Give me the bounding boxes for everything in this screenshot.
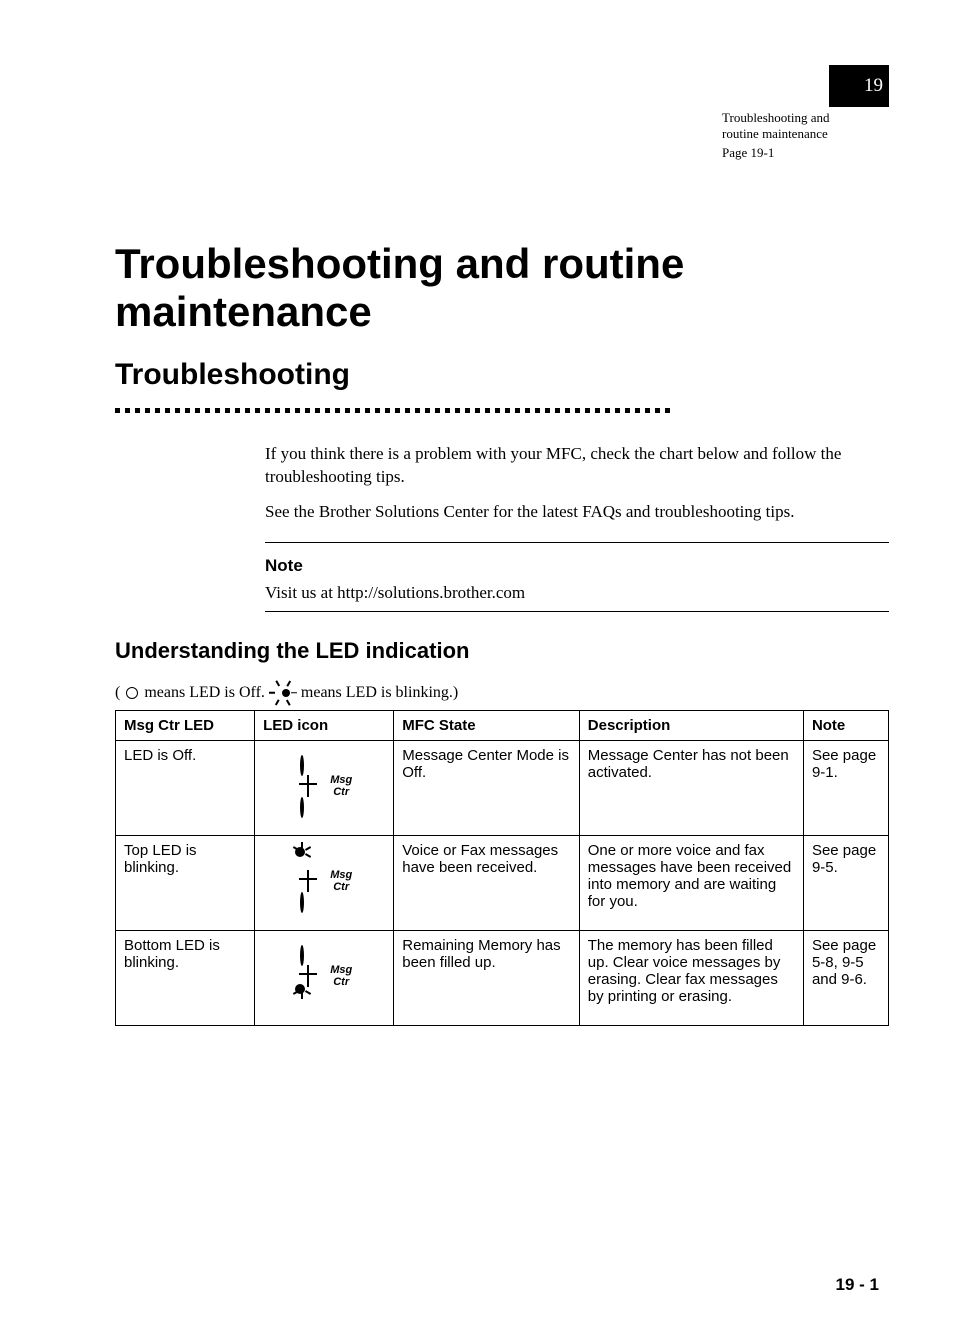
led-caption: ( means LED is Off. means LED is blinkin… bbox=[115, 684, 889, 702]
note-rule-bottom bbox=[265, 611, 889, 612]
cell-led-state: Top LED is blinking. bbox=[116, 835, 255, 930]
page-content: Troubleshooting and routine maintenance … bbox=[115, 240, 889, 1026]
table-header-row: Msg Ctr LED LED icon MFC State Descripti… bbox=[116, 710, 889, 740]
msg-ctr-icon-bottom-flash: Msg Ctr bbox=[289, 941, 359, 1011]
page-subtitle: Troubleshooting bbox=[115, 358, 889, 392]
cell-description: One or more voice and fax messages have … bbox=[579, 835, 803, 930]
chapter-tab: 19 bbox=[829, 65, 889, 107]
msg-ctr-label: Msg Ctr bbox=[323, 964, 359, 988]
msg-ctr-label: Msg Ctr bbox=[323, 869, 359, 893]
running-head-page: Page 19-1 bbox=[722, 145, 892, 161]
running-head-line1: Troubleshooting and bbox=[722, 110, 892, 126]
msg-ctr-label: Msg Ctr bbox=[323, 774, 359, 798]
caption-off-text: means LED is Off. bbox=[144, 684, 265, 702]
cell-mfc-state: Remaining Memory has been filled up. bbox=[394, 930, 580, 1025]
cell-led-state: LED is Off. bbox=[116, 740, 255, 835]
led-flash-icon bbox=[277, 684, 295, 702]
cell-led-state: Bottom LED is blinking. bbox=[116, 930, 255, 1025]
note-rule-top bbox=[265, 542, 889, 543]
col-header-icon: LED icon bbox=[255, 710, 394, 740]
col-header-note: Note bbox=[803, 710, 888, 740]
cell-led-icon: Msg Ctr bbox=[255, 835, 394, 930]
led-section-heading: Understanding the LED indication bbox=[115, 638, 889, 664]
table-row: Bottom LED is blinking. Msg Ctr bbox=[116, 930, 889, 1025]
led-table: Msg Ctr LED LED icon MFC State Descripti… bbox=[115, 710, 889, 1026]
table-row: LED is Off. Msg Ctr Message Center Mode … bbox=[116, 740, 889, 835]
cell-led-icon: Msg Ctr bbox=[255, 740, 394, 835]
led-off-icon bbox=[126, 687, 138, 699]
caption-flash-text: means LED is blinking.) bbox=[301, 684, 458, 702]
cell-led-icon: Msg Ctr bbox=[255, 930, 394, 1025]
msg-ctr-icon-both-off: Msg Ctr bbox=[289, 751, 359, 821]
cell-description: Message Center has not been activated. bbox=[579, 740, 803, 835]
cell-mfc-state: Message Center Mode is Off. bbox=[394, 740, 580, 835]
dotted-divider bbox=[115, 408, 889, 413]
chapter-number: 19 bbox=[864, 75, 883, 97]
note-title: Note bbox=[265, 555, 889, 578]
caption-open-paren: ( bbox=[115, 684, 120, 702]
cell-note: See page 9-1. bbox=[803, 740, 888, 835]
table-row: Top LED is blinking. Msg Ctr bbox=[116, 835, 889, 930]
intro-paragraph-2: See the Brother Solutions Center for the… bbox=[265, 501, 889, 524]
body-column: If you think there is a problem with you… bbox=[265, 443, 889, 612]
col-header-state: MFC State bbox=[394, 710, 580, 740]
running-head-line2: routine maintenance bbox=[722, 126, 892, 142]
running-head: Troubleshooting and routine maintenance … bbox=[722, 110, 892, 161]
col-header-desc: Description bbox=[579, 710, 803, 740]
col-header-led: Msg Ctr LED bbox=[116, 710, 255, 740]
intro-paragraph-1: If you think there is a problem with you… bbox=[265, 443, 889, 489]
note-body: Visit us at http://solutions.brother.com bbox=[265, 582, 889, 605]
cell-note: See page 5-8, 9-5 and 9-6. bbox=[803, 930, 888, 1025]
cell-note: See page 9-5. bbox=[803, 835, 888, 930]
page-title: Troubleshooting and routine maintenance bbox=[115, 240, 889, 336]
footer-page-number: 19 - 1 bbox=[836, 1275, 879, 1295]
cell-description: The memory has been filled up. Clear voi… bbox=[579, 930, 803, 1025]
msg-ctr-icon-top-flash: Msg Ctr bbox=[289, 846, 359, 916]
cell-mfc-state: Voice or Fax messages have been received… bbox=[394, 835, 580, 930]
